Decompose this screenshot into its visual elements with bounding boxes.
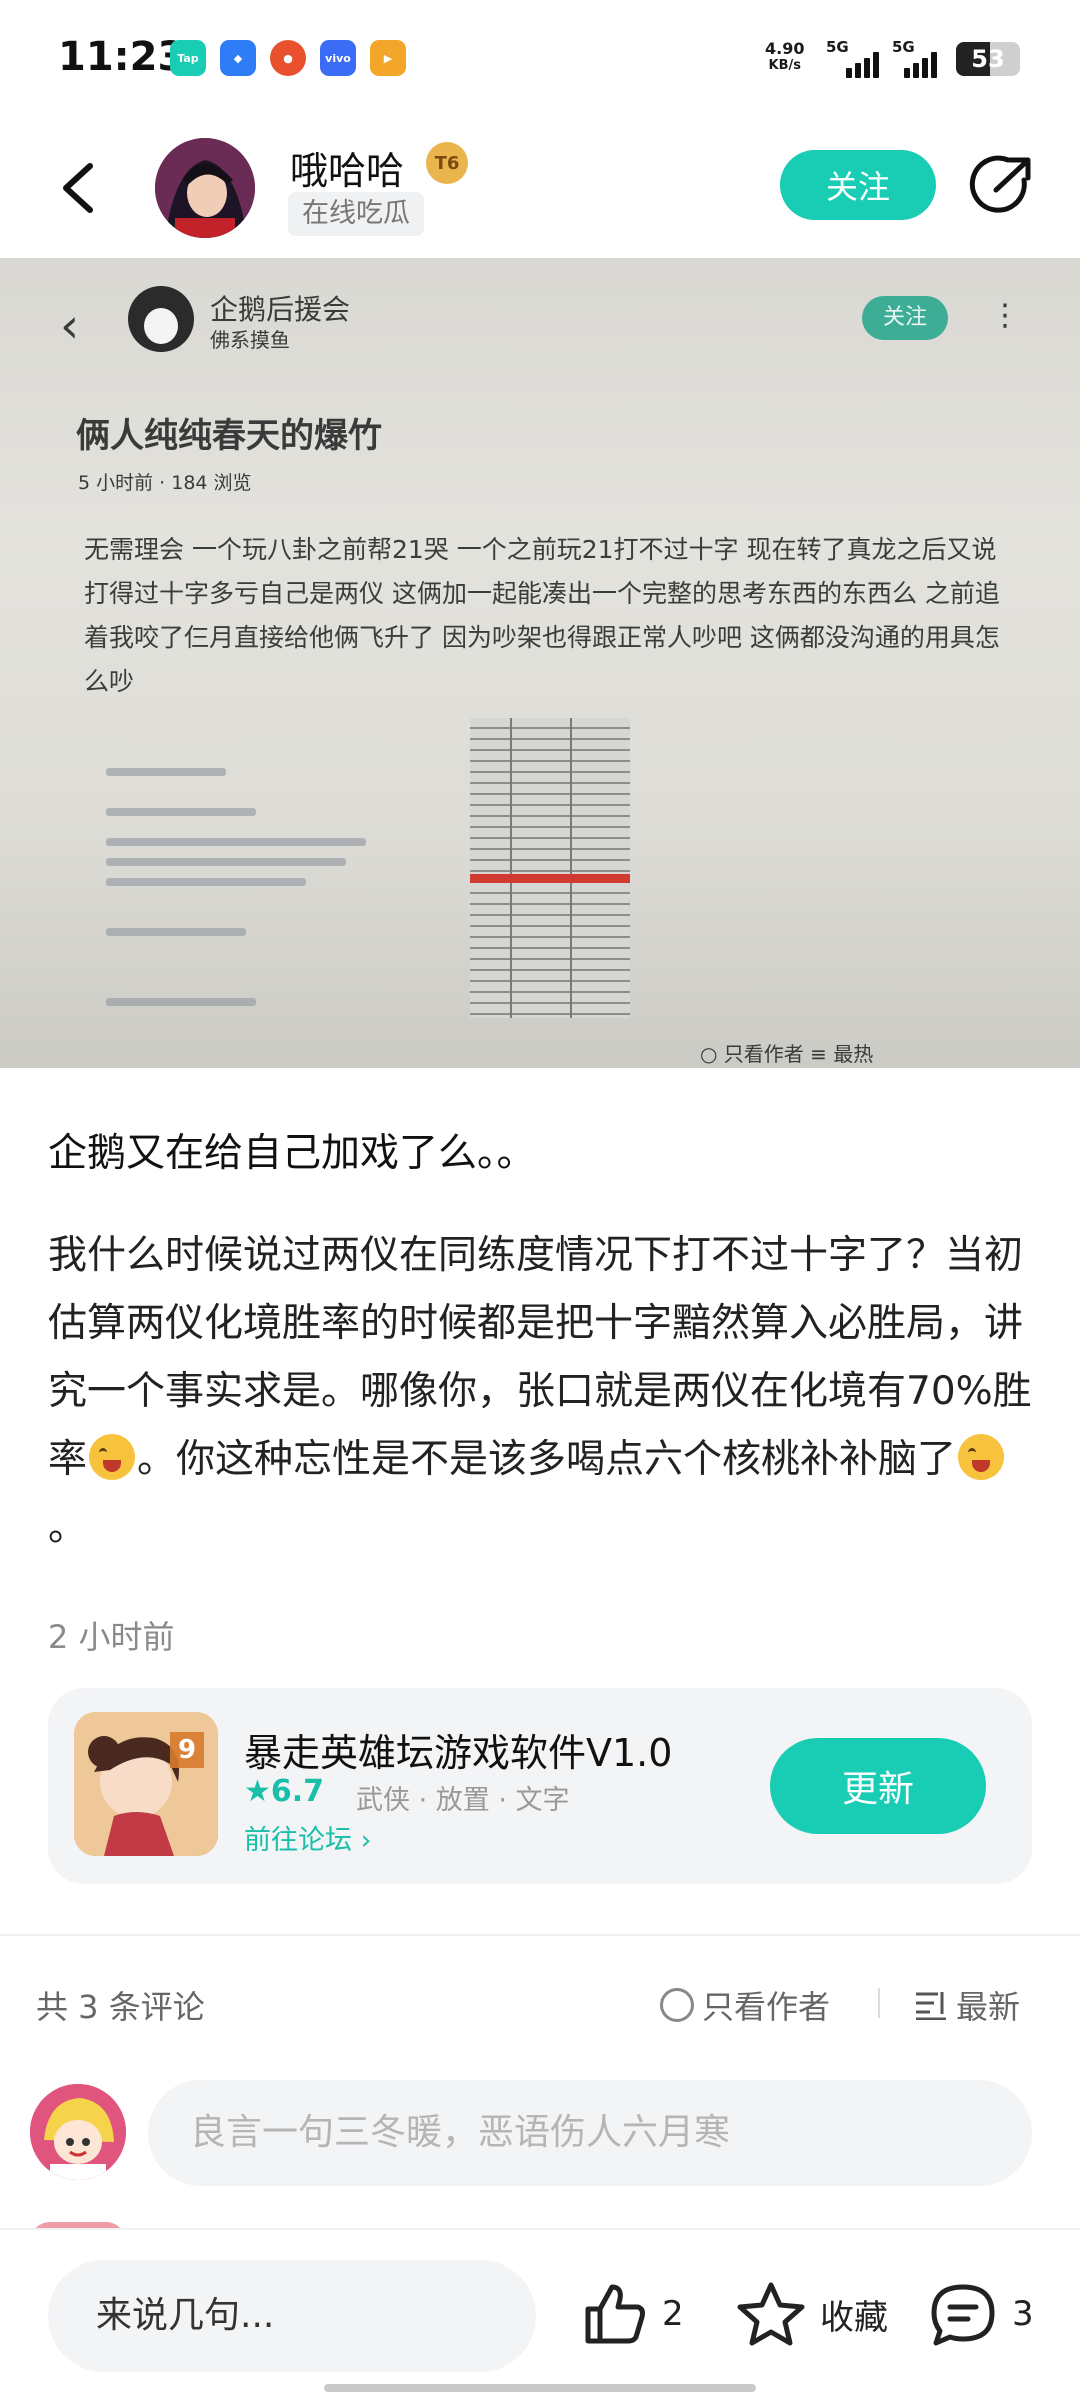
comment-button[interactable]: 3 [928, 2274, 1034, 2354]
photo-more-icon: ⋮ [990, 298, 1020, 333]
forum-link[interactable]: 前往论坛 › [244, 1818, 371, 1857]
collect-button[interactable]: 收藏 [736, 2274, 888, 2354]
photo-inner-screenshot [96, 758, 396, 1058]
author-name[interactable]: 哦哈哈 [290, 140, 404, 195]
photo-table [470, 718, 630, 1018]
battery-icon: 53 [956, 42, 1020, 76]
photo-author-name: 企鹅后援会 [210, 293, 351, 326]
svg-text:9: 9 [178, 1735, 196, 1765]
update-button[interactable]: 更新 [770, 1738, 986, 1834]
notification-icons: Tap ◆ ● vivo ▶ [170, 40, 406, 76]
sort-toggle[interactable]: 最新 [914, 1982, 1020, 2028]
post-title: 企鹅又在给自己加戏了么。。 [48, 1131, 536, 1176]
section-divider [0, 1934, 1080, 1936]
author-avatar[interactable] [155, 138, 255, 238]
sort-icon [916, 1992, 946, 2020]
thumbs-up-icon [585, 2284, 645, 2344]
level-badge: T6 [426, 142, 468, 184]
app-red-icon: ● [270, 40, 306, 76]
comment-count: 共 3 条评论 [36, 1988, 205, 2026]
signal-icon [846, 48, 879, 78]
photo-bottom-text: ○ 只看作者 ≡ 最热 [700, 1042, 874, 1066]
vivo-icon: vivo [320, 40, 356, 76]
like-button[interactable]: 2 [582, 2274, 684, 2354]
photo-title: 俩人纯纯春天的爆竹 [76, 416, 382, 456]
back-icon[interactable] [52, 158, 112, 218]
network-speed: 4.90 KB/s [765, 39, 805, 73]
photo-avatar [128, 286, 194, 352]
game-icon: 9 [74, 1712, 218, 1856]
comment-input[interactable]: 良言一句三冬暖，恶语伤人六月寒 [148, 2080, 1032, 2186]
status-bar: 11:23 Tap ◆ ● vivo ▶ 4.90 KB/s 5G 5G 53 [0, 0, 1080, 120]
photo-highlight-line [470, 874, 630, 883]
photo-back-glyph: ‹ [60, 298, 80, 354]
my-avatar[interactable] [30, 2084, 126, 2180]
separator [878, 1988, 880, 2018]
signal-icon-2 [904, 48, 937, 78]
grin-emoji-icon [958, 1434, 1005, 1480]
game-rating: ★6.7 [244, 1774, 325, 1809]
follow-button[interactable]: 关注 [780, 150, 936, 220]
bottom-action-bar: 来说几句... 2 收藏 3 [0, 2228, 1080, 2400]
game-card[interactable]: 9 暴走英雄坛游戏软件V1.0 ★6.7 武侠 · 放置 · 文字 前往论坛 ›… [48, 1688, 1032, 1884]
star-icon [737, 2282, 805, 2346]
author-tag: 在线吃瓜 [288, 192, 424, 236]
share-icon[interactable] [966, 150, 1038, 222]
grin-emoji-icon [89, 1434, 136, 1480]
only-author-toggle[interactable]: 只看作者 [660, 1982, 830, 2028]
comment-icon [931, 2284, 995, 2346]
post-image[interactable]: ‹ 企鹅后援会 佛系摸鱼 关注 ⋮ 俩人纯纯春天的爆竹 5 小时前 · 184 … [0, 258, 1080, 1068]
photo-body: 无需理会 一个玩八卦之前帮21哭 一个之前玩21打不过十字 现在转了真龙之后又说… [84, 535, 1000, 696]
post-body: 我什么时候说过两仪在同练度情况下打不过十字了？当初估算两仪化境胜率的时候都是把十… [48, 1233, 1032, 1550]
video-app-icon: ▶ [370, 40, 406, 76]
reply-input[interactable]: 来说几句... [48, 2260, 536, 2372]
photo-follow-label: 关注 [862, 296, 948, 340]
game-tags: 武侠 · 放置 · 文字 [356, 1785, 570, 1816]
home-indicator[interactable] [324, 2384, 756, 2392]
radio-icon[interactable] [660, 1988, 694, 2022]
post-header: 哦哈哈 T6 在线吃瓜 关注 [0, 120, 1080, 258]
taptap-icon: Tap [170, 40, 206, 76]
status-time: 11:23 [58, 34, 186, 80]
photo-author-tag: 佛系摸鱼 [210, 328, 290, 352]
game-name[interactable]: 暴走英雄坛游戏软件V1.0 [244, 1722, 672, 1777]
post-time: 2 小时前 [48, 1618, 175, 1656]
app-blue-icon: ◆ [220, 40, 256, 76]
photo-meta: 5 小时前 · 184 浏览 [78, 472, 252, 494]
